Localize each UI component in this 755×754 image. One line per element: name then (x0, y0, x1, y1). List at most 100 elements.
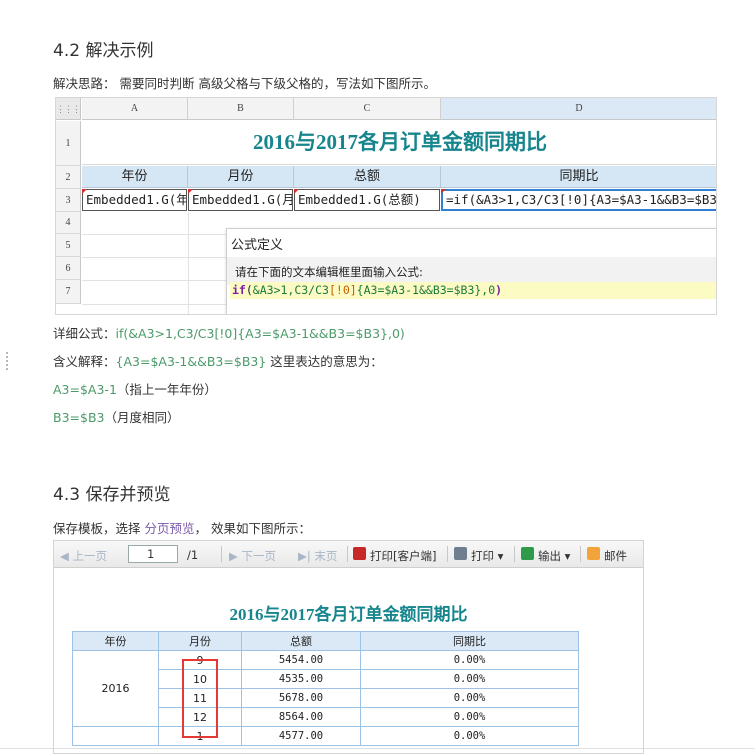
section-2-intro: 保存模板，选择 分页预览， 效果如下图所示： (53, 518, 311, 537)
report-title: 2016与2017各月订单金额同期比 (229, 605, 468, 624)
report-table: 年份 月份 总额 同期比 2016 9 5454.00 0.00% 10 453… (72, 631, 579, 746)
ratio-cell: 0.00% (360, 707, 579, 727)
dialog-label: 请在下面的文本编辑框里面输入公式: (235, 265, 423, 279)
th-ratio: 同期比 (360, 631, 579, 651)
header-cell-ratio[interactable]: 同期比 (441, 166, 716, 188)
code-close-paren: ) (495, 283, 503, 297)
row-header-5[interactable]: 5 (56, 234, 81, 257)
cell-c3-total-formula[interactable]: Embedded1.G(总额) (294, 189, 440, 211)
code-part: [!0] (328, 283, 357, 297)
export-icon (521, 547, 534, 560)
formula-value: if(&A3>1,C3/C3[!0]{A3=$A3-1&&B3=$B3},0) (115, 326, 405, 341)
next-page-button[interactable]: ▶ 下一页 (229, 548, 276, 564)
cell-a3-year-formula[interactable]: Embedded1.G(年份) (82, 189, 187, 211)
mail-button[interactable]: 邮件 (604, 548, 627, 564)
print-client-icon (353, 547, 366, 560)
condition-a-note: （指上一年年份） (116, 382, 217, 397)
condition-a-line: A3=$A3-1（指上一年年份） (53, 379, 217, 398)
select-all-corner[interactable]: ⋮⋮⋮ (56, 98, 81, 120)
code-part: ,0 (481, 283, 496, 297)
cell-marker-icon (188, 189, 193, 194)
toolbar-separator (221, 546, 222, 562)
meaning-value: {A3=$A3-1&&B3=$B3} (115, 354, 267, 369)
condition-b-note: （月度相同） (104, 410, 180, 425)
meaning-line: 含义解释：{A3=$A3-1&&B3=$B3} 这里表达的意思为： (53, 351, 383, 370)
year-cell-empty (72, 726, 159, 746)
ratio-cell: 0.00% (360, 669, 579, 689)
header-cell-year[interactable]: 年份 (82, 166, 188, 188)
row-header-4[interactable]: 4 (56, 212, 81, 234)
mail-icon (587, 547, 600, 560)
intro-suffix: ， 效果如下图所示： (194, 521, 311, 536)
printer-icon (454, 547, 467, 560)
col-header-a[interactable]: A (82, 98, 188, 120)
row-header-7[interactable]: 7 (56, 280, 81, 304)
page-number-input[interactable]: 1 (128, 545, 178, 563)
table-row: 1 4577.00 0.00% (72, 726, 579, 746)
highlight-box (182, 659, 218, 738)
code-part: &A3>1,C3/C3 (252, 283, 329, 297)
meaning-suffix: 这里表达的意思为： (266, 354, 383, 369)
col-header-d[interactable]: D (441, 98, 716, 120)
prev-page-button[interactable]: ◀ 上一页 (60, 548, 107, 564)
meaning-label: 含义解释： (53, 354, 116, 369)
total-cell: 5678.00 (241, 688, 361, 708)
formula-label: 详细公式： (53, 326, 116, 341)
print-button[interactable]: 打印 ▾ (471, 548, 503, 564)
print-client-button[interactable]: 打印[客户端] (370, 548, 436, 564)
row-header-2[interactable]: 2 (56, 166, 81, 189)
preview-toolbar: ◀ 上一页 1 /1 ▶ 下一页 ▶| 末页 打印[客户端] 打印 ▾ 输出 ▾… (54, 541, 643, 568)
formula-editor[interactable]: if(&A3>1,C3/C3[!0]{A3=$A3-1&&B3=$B3},0) (230, 282, 716, 299)
condition-b: B3=$B3 (53, 410, 105, 425)
page-total: /1 (187, 548, 199, 562)
th-month: 月份 (158, 631, 242, 651)
formula-dialog: 公式定义 请在下面的文本编辑框里面输入公式: if(&A3>1,C3/C3[!0… (226, 228, 716, 314)
th-total: 总额 (241, 631, 361, 651)
row-header-3[interactable]: 3 (56, 189, 81, 212)
paged-preview-link[interactable]: 分页预览 (144, 521, 194, 536)
toolbar-separator (347, 546, 348, 562)
col-header-b[interactable]: B (188, 98, 294, 120)
cell-marker-icon (294, 189, 299, 194)
total-cell: 5454.00 (241, 650, 361, 670)
drag-handle-icon[interactable] (6, 352, 8, 370)
cell-d3-ratio-formula[interactable]: =if(&A3>1,C3/C3[!0]{A3=$A3-1&&B3=$B3},0) (441, 189, 716, 211)
condition-a: A3=$A3-1 (53, 382, 117, 397)
code-keyword: if (232, 283, 246, 297)
code-part: {A3=$A3-1&&B3=$B3} (356, 283, 482, 297)
last-page-button[interactable]: ▶| 末页 (298, 548, 337, 564)
ratio-cell: 0.00% (360, 688, 579, 708)
year-cell: 2016 (72, 650, 159, 727)
toolbar-separator (580, 546, 581, 562)
header-cell-total[interactable]: 总额 (294, 166, 441, 188)
section-heading-4-2: 4.2 解决示例 (53, 41, 154, 61)
divider (0, 748, 755, 749)
total-cell: 8564.00 (241, 707, 361, 727)
section-heading-4-3: 4.3 保存并预览 (53, 485, 171, 505)
table-header-row: 年份 月份 总额 同期比 (72, 631, 579, 651)
intro-prefix: 保存模板，选择 (53, 521, 145, 536)
row-header-6[interactable]: 6 (56, 257, 81, 280)
condition-b-line: B3=$B3（月度相同） (53, 407, 180, 426)
cell-b3-month-formula[interactable]: Embedded1.G(月份) (188, 189, 293, 211)
total-cell: 4535.00 (241, 669, 361, 689)
toolbar-separator (514, 546, 515, 562)
col-header-c[interactable]: C (294, 98, 441, 120)
sheet-title-cell[interactable]: 2016与2017各月订单金额同期比 (82, 121, 716, 165)
total-cell: 4577.00 (241, 726, 361, 746)
dialog-title: 公式定义 (231, 238, 284, 253)
row-header-1[interactable]: 1 (56, 121, 81, 166)
th-year: 年份 (72, 631, 159, 651)
spreadsheet-screenshot: ⋮⋮⋮ A B C D 1 2 3 4 5 6 7 2016与2017各月订单金… (55, 97, 717, 315)
formula-line: 详细公式：if(&A3>1,C3/C3[!0]{A3=$A3-1&&B3=$B3… (53, 323, 405, 342)
cell-marker-icon (441, 189, 446, 194)
cell-marker-icon (82, 189, 87, 194)
table-row: 2016 9 5454.00 0.00% (72, 650, 579, 727)
export-button[interactable]: 输出 ▾ (538, 548, 570, 564)
section-intro-text: 解决思路： 需要同时判断 高级父格与下级父格的，写法如下图所示。 (53, 76, 436, 91)
ratio-cell: 0.00% (360, 726, 579, 746)
header-cell-month[interactable]: 月份 (188, 166, 294, 188)
report-preview-screenshot: ◀ 上一页 1 /1 ▶ 下一页 ▶| 末页 打印[客户端] 打印 ▾ 输出 ▾… (53, 540, 644, 754)
code-open-paren: ( (245, 283, 253, 297)
toolbar-separator (447, 546, 448, 562)
